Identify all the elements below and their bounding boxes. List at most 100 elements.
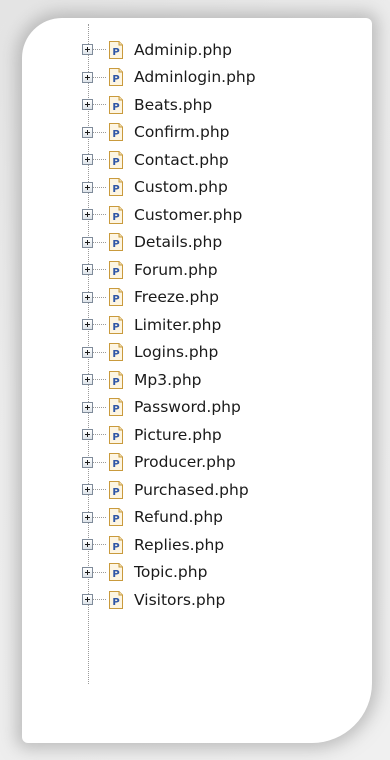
svg-text:P: P <box>112 432 119 443</box>
tree-node-12[interactable]: P Logins.php <box>82 339 256 367</box>
file-name-label: Visitors.php <box>134 590 226 609</box>
file-name-label: Forum.php <box>134 260 218 279</box>
tree-node-16[interactable]: P Producer.php <box>82 449 256 477</box>
file-name-label: Adminlogin.php <box>134 68 256 87</box>
svg-text:P: P <box>112 597 119 608</box>
file-name-label: Refund.php <box>134 508 223 527</box>
php-file-icon: P <box>109 343 123 362</box>
file-name-label: Replies.php <box>134 535 225 554</box>
svg-text:P: P <box>112 459 119 470</box>
tree-connector <box>93 324 106 326</box>
tree-node-19[interactable]: P Replies.php <box>82 531 256 559</box>
file-name-label: Contact.php <box>134 150 229 169</box>
svg-text:P: P <box>112 102 119 113</box>
tree-connector <box>93 571 106 573</box>
expand-plus-icon[interactable] <box>82 126 93 138</box>
svg-text:P: P <box>112 349 119 360</box>
expand-plus-icon[interactable] <box>82 539 93 551</box>
tree-node-13[interactable]: P Mp3.php <box>82 366 256 394</box>
php-file-icon: P <box>109 150 123 169</box>
tree-node-18[interactable]: P Refund.php <box>82 504 256 532</box>
tree-node-11[interactable]: P Limiter.php <box>82 311 256 339</box>
page-background: P Adminip.php P Adminlogin.php P Beats.p… <box>0 0 390 760</box>
tree-connector <box>93 351 106 353</box>
expand-plus-icon[interactable] <box>82 456 93 468</box>
expand-plus-icon[interactable] <box>82 236 93 248</box>
tree-connector <box>93 379 106 381</box>
php-file-icon: P <box>109 508 123 527</box>
file-name-label: Producer.php <box>134 453 236 472</box>
expand-plus-icon[interactable] <box>82 71 93 83</box>
file-name-label: Freeze.php <box>134 288 219 307</box>
tree-node-4[interactable]: P Confirm.php <box>82 119 256 147</box>
file-name-label: Confirm.php <box>134 123 230 142</box>
tree-node-21[interactable]: P Visitors.php <box>82 586 256 614</box>
expand-plus-icon[interactable] <box>82 484 93 496</box>
svg-text:P: P <box>112 157 119 168</box>
file-name-label: Custom.php <box>134 178 228 197</box>
expand-plus-icon[interactable] <box>82 319 93 331</box>
tree-connector <box>93 599 106 601</box>
tree-node-7[interactable]: P Customer.php <box>82 201 256 229</box>
tree-node-1[interactable]: P Adminip.php <box>82 36 256 64</box>
expand-plus-icon[interactable] <box>82 346 93 358</box>
tree-node-2[interactable]: P Adminlogin.php <box>82 64 256 92</box>
file-name-label: Password.php <box>134 398 241 417</box>
expand-plus-icon[interactable] <box>82 181 93 193</box>
expand-plus-icon[interactable] <box>82 429 93 441</box>
expand-plus-icon[interactable] <box>82 594 93 606</box>
php-file-icon: P <box>109 205 123 224</box>
php-file-icon: P <box>109 453 123 472</box>
svg-text:P: P <box>112 322 119 333</box>
expand-plus-icon[interactable] <box>82 44 93 56</box>
svg-text:P: P <box>112 294 119 305</box>
svg-text:P: P <box>112 377 119 388</box>
expand-plus-icon[interactable] <box>82 264 93 276</box>
file-tree: P Adminip.php P Adminlogin.php P Beats.p… <box>82 36 256 614</box>
expand-plus-icon[interactable] <box>82 99 93 111</box>
tree-node-17[interactable]: P Purchased.php <box>82 476 256 504</box>
expand-plus-icon[interactable] <box>82 401 93 413</box>
tree-node-9[interactable]: P Forum.php <box>82 256 256 284</box>
tree-node-14[interactable]: P Password.php <box>82 394 256 422</box>
tree-connector <box>93 131 106 133</box>
php-file-icon: P <box>109 68 123 87</box>
file-name-label: Purchased.php <box>134 480 249 499</box>
svg-text:P: P <box>112 487 119 498</box>
svg-text:P: P <box>112 514 119 525</box>
tree-node-20[interactable]: P Topic.php <box>82 559 256 587</box>
expand-plus-icon[interactable] <box>82 374 93 386</box>
tree-connector <box>93 516 106 518</box>
php-file-icon: P <box>109 398 123 417</box>
file-tree-panel: P Adminip.php P Adminlogin.php P Beats.p… <box>22 18 372 743</box>
tree-connector <box>93 406 106 408</box>
expand-plus-icon[interactable] <box>82 566 93 578</box>
tree-connector <box>93 269 106 271</box>
expand-plus-icon[interactable] <box>82 511 93 523</box>
tree-connector <box>93 489 106 491</box>
tree-connector <box>93 214 106 216</box>
expand-plus-icon[interactable] <box>82 291 93 303</box>
tree-node-5[interactable]: P Contact.php <box>82 146 256 174</box>
file-name-label: Details.php <box>134 233 223 252</box>
tree-node-10[interactable]: P Freeze.php <box>82 284 256 312</box>
tree-node-8[interactable]: P Details.php <box>82 229 256 257</box>
php-file-icon: P <box>109 233 123 252</box>
tree-node-6[interactable]: P Custom.php <box>82 174 256 202</box>
tree-connector <box>93 186 106 188</box>
tree-connector <box>93 544 106 546</box>
php-file-icon: P <box>109 288 123 307</box>
tree-node-15[interactable]: P Picture.php <box>82 421 256 449</box>
php-file-icon: P <box>109 480 123 499</box>
file-name-label: Picture.php <box>134 425 222 444</box>
svg-text:P: P <box>112 542 119 553</box>
svg-text:P: P <box>112 569 119 580</box>
tree-node-3[interactable]: P Beats.php <box>82 91 256 119</box>
file-name-label: Logins.php <box>134 343 219 362</box>
tree-connector <box>93 159 106 161</box>
tree-connector <box>93 296 106 298</box>
expand-plus-icon[interactable] <box>82 209 93 221</box>
tree-connector <box>93 461 106 463</box>
svg-text:P: P <box>112 212 119 223</box>
expand-plus-icon[interactable] <box>82 154 93 166</box>
